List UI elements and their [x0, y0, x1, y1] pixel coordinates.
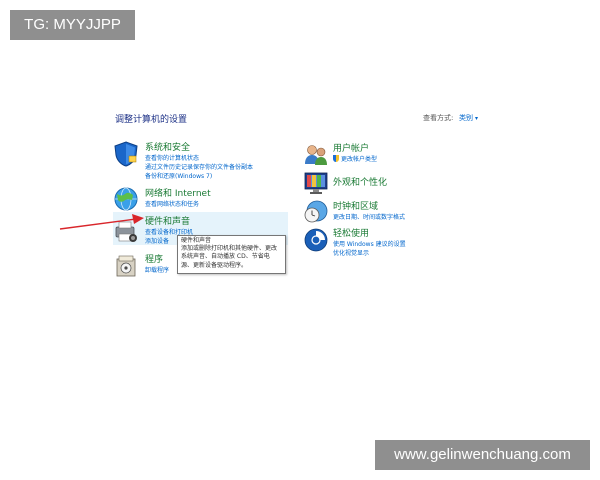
annotation-arrow	[59, 214, 144, 230]
annotation-arrow-shaft	[59, 218, 137, 230]
annotation-arrow-head	[132, 214, 144, 224]
